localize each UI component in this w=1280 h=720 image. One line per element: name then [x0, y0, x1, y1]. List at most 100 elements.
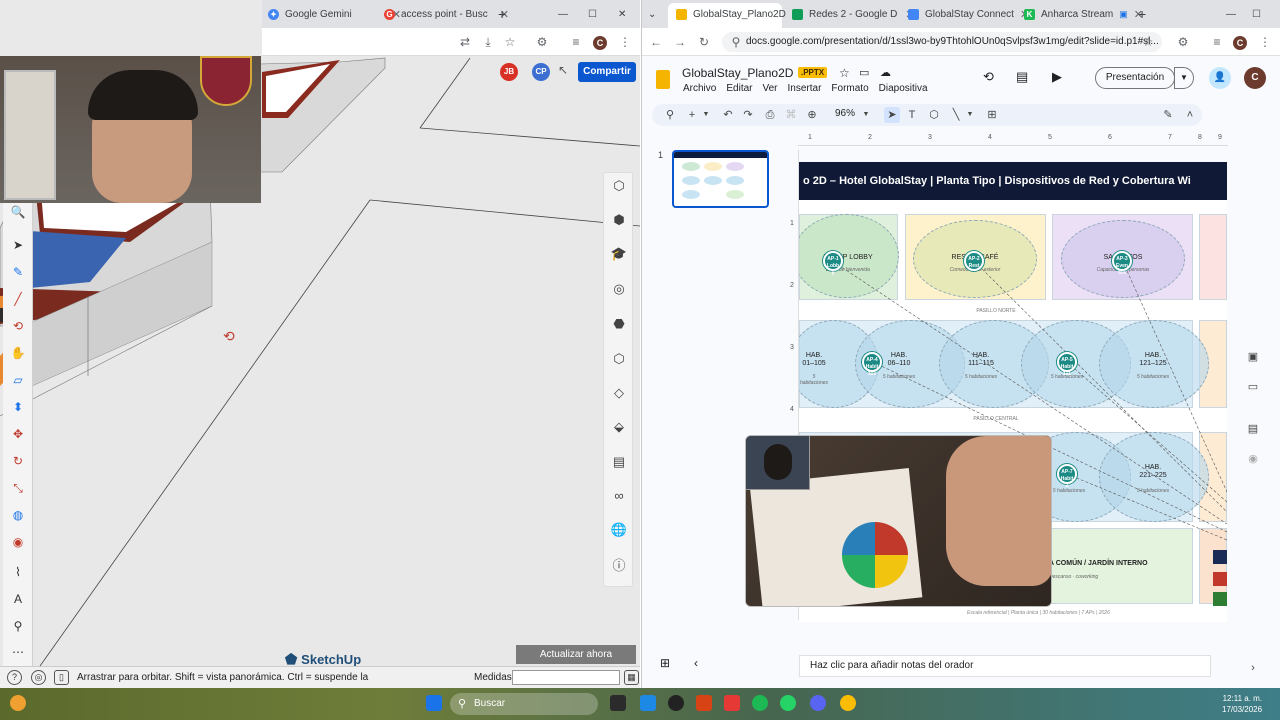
profile-avatar[interactable]: C — [1232, 34, 1248, 50]
discord-icon[interactable] — [810, 695, 826, 711]
tasks-icon[interactable]: ▤ — [1246, 422, 1260, 436]
expand-side-panel-icon[interactable]: › — [1246, 662, 1260, 676]
app-icon[interactable] — [724, 695, 740, 711]
menu-file[interactable]: Archivo — [683, 83, 716, 94]
spotify-icon[interactable] — [752, 695, 768, 711]
comments-icon[interactable]: ▤ — [1016, 69, 1028, 85]
media-control-icon[interactable]: ≡ — [568, 34, 584, 50]
maximize-button[interactable]: ☐ — [588, 4, 597, 24]
zoom-icon[interactable]: ⊕ — [804, 107, 820, 123]
weather-icon[interactable] — [10, 695, 26, 711]
move-folder-icon[interactable]: ▭ — [859, 66, 869, 79]
start-button-icon[interactable] — [426, 695, 442, 711]
components-icon[interactable]: ⬢ — [610, 211, 628, 229]
instructor-icon[interactable]: 🎓 — [610, 245, 628, 263]
outliner-icon[interactable]: ▤ — [610, 453, 628, 471]
orbit-tool-icon[interactable]: ⟲ — [9, 317, 27, 335]
slide-thumbnail[interactable] — [672, 150, 769, 208]
menu-view[interactable]: Ver — [762, 83, 777, 94]
access-point-marker[interactable]: AP-1 Lobb y — [823, 251, 843, 276]
offset-tool-icon[interactable]: ◉ — [9, 533, 27, 551]
materials-icon[interactable]: ◎ — [610, 280, 628, 298]
help-icon[interactable]: ? — [7, 670, 22, 685]
grid-view-icon[interactable]: ⊞ — [660, 656, 670, 670]
redo-icon[interactable]: ↷ — [740, 107, 756, 123]
tab-globalstay-plano[interactable]: GlobalStay_Plano2D ✕ — [676, 4, 803, 24]
display-icon[interactable]: ∞ — [610, 487, 628, 505]
address-bar[interactable]: docs.google.com/presentation/d/1ssl3wo-b… — [722, 32, 1162, 52]
app-icon[interactable] — [668, 695, 684, 711]
folder-icon[interactable]: ▭ — [1246, 380, 1260, 394]
credits-icon[interactable]: ▯ — [54, 670, 69, 685]
minimize-button[interactable]: — — [1226, 4, 1236, 24]
tape-measure-icon[interactable]: ⌇ — [9, 563, 27, 581]
bookmark-star-icon[interactable]: ☆ — [1140, 34, 1156, 50]
globe-icon[interactable]: 🌐 — [610, 521, 628, 539]
info-icon[interactable]: ⓘ — [610, 557, 628, 575]
speaker-notes-field[interactable]: Haz clic para añadir notas del orador — [799, 655, 1211, 677]
edge-icon[interactable] — [640, 695, 656, 711]
soften-edges-icon[interactable]: ⬙ — [610, 418, 628, 436]
reload-icon[interactable]: ↻ — [696, 34, 712, 50]
collapse-toolbar-icon[interactable]: ˄ — [1182, 107, 1198, 123]
paint-bucket-icon[interactable]: ◍ — [9, 506, 27, 524]
star-icon[interactable]: ☆ — [839, 66, 850, 80]
access-point-marker[interactable]: AP-3 Even tos — [1112, 251, 1132, 276]
select-pointer-icon[interactable]: ➤ — [884, 107, 900, 123]
slides-logo-icon[interactable] — [656, 70, 670, 89]
close-window-button[interactable]: ✕ — [618, 4, 626, 24]
add-comment-icon[interactable]: ⊞ — [984, 107, 1000, 123]
share-people-icon[interactable]: 👤 — [1209, 67, 1231, 89]
zoom-level[interactable]: 96% — [835, 108, 855, 119]
line-dropdown-icon[interactable]: ▼ — [962, 107, 978, 123]
tab-globalstay-connect[interactable]: GlobalStay Connect ✕ — [908, 4, 1029, 24]
text-box-icon[interactable]: T — [904, 107, 920, 123]
access-point-marker[interactable]: AP-7 Habit 2 — [1057, 464, 1077, 489]
access-point-marker[interactable]: AP-4 Habit 101 — [862, 352, 882, 377]
translate-icon[interactable]: ⇄ — [457, 34, 473, 50]
edit-mode-icon[interactable]: ✎ — [1160, 107, 1176, 123]
chrome-icon[interactable] — [840, 695, 856, 711]
screenshot-icon[interactable]: ⤓ — [480, 34, 496, 50]
rotate-tool-icon[interactable]: ↻ — [9, 452, 27, 470]
collapse-panel-icon[interactable]: ‹ — [694, 656, 698, 670]
forward-icon[interactable]: → — [672, 34, 688, 50]
scenes-icon[interactable]: ⬡ — [610, 350, 628, 368]
eraser-tool-icon[interactable]: ✎ — [9, 263, 27, 281]
back-icon[interactable]: ← — [648, 34, 664, 50]
menu-insert[interactable]: Insertar — [788, 83, 822, 94]
tab-access-point[interactable]: G access point - Busc ✕ — [384, 4, 509, 24]
text-tool-icon[interactable]: A — [9, 590, 27, 608]
tab-search-icon[interactable]: ⌄ — [648, 4, 656, 24]
access-point-marker[interactable]: AP-2 Rest — [964, 251, 984, 271]
pan-tool-icon[interactable]: ✋ — [9, 344, 27, 362]
meet-camera-icon[interactable]: ▶ — [1052, 69, 1062, 85]
image-icon[interactable]: ⬡ — [926, 107, 942, 123]
rectangle-tool-icon[interactable]: ▱ — [9, 371, 27, 389]
account-avatar[interactable]: C — [1244, 67, 1266, 89]
extensions-icon[interactable]: ⚙ — [534, 34, 550, 50]
share-button[interactable]: Compartir — [578, 62, 636, 82]
present-button[interactable]: Presentación — [1095, 67, 1175, 89]
menu-format[interactable]: Formato — [831, 83, 868, 94]
zoom-tool-icon[interactable]: 🔍 — [9, 203, 27, 221]
extensions-icon[interactable]: ⚙ — [1175, 34, 1191, 50]
tab-mute-icon[interactable]: ▣ — [1119, 9, 1128, 20]
entity-info-icon[interactable]: ⬡ — [610, 177, 628, 195]
menu-kebab-icon[interactable]: ⋮ — [1257, 34, 1273, 50]
push-pull-tool-icon[interactable]: ⬍ — [9, 398, 27, 416]
geo-location-icon[interactable]: ◎ — [31, 670, 46, 685]
maximize-button[interactable]: ☐ — [1252, 4, 1261, 24]
print-icon[interactable]: ⎙ — [762, 107, 778, 123]
undo-icon[interactable]: ↶ — [720, 107, 736, 123]
bookmark-star-icon[interactable]: ☆ — [502, 34, 518, 50]
minimize-button[interactable]: — — [558, 4, 568, 24]
search-tool-icon[interactable]: ⚲ — [9, 617, 27, 635]
search-menus-icon[interactable]: ⚲ — [662, 107, 678, 123]
gemini-side-icon[interactable]: ◉ — [1246, 452, 1260, 466]
present-dropdown-icon[interactable]: ▼ — [1174, 67, 1194, 89]
tab-gemini[interactable]: ✦ Google Gemini ✕ — [268, 4, 401, 24]
task-view-icon[interactable] — [610, 695, 626, 711]
new-slide-dropdown-icon[interactable]: ▼ — [698, 107, 714, 123]
zoom-dropdown-icon[interactable]: ▼ — [858, 107, 874, 123]
